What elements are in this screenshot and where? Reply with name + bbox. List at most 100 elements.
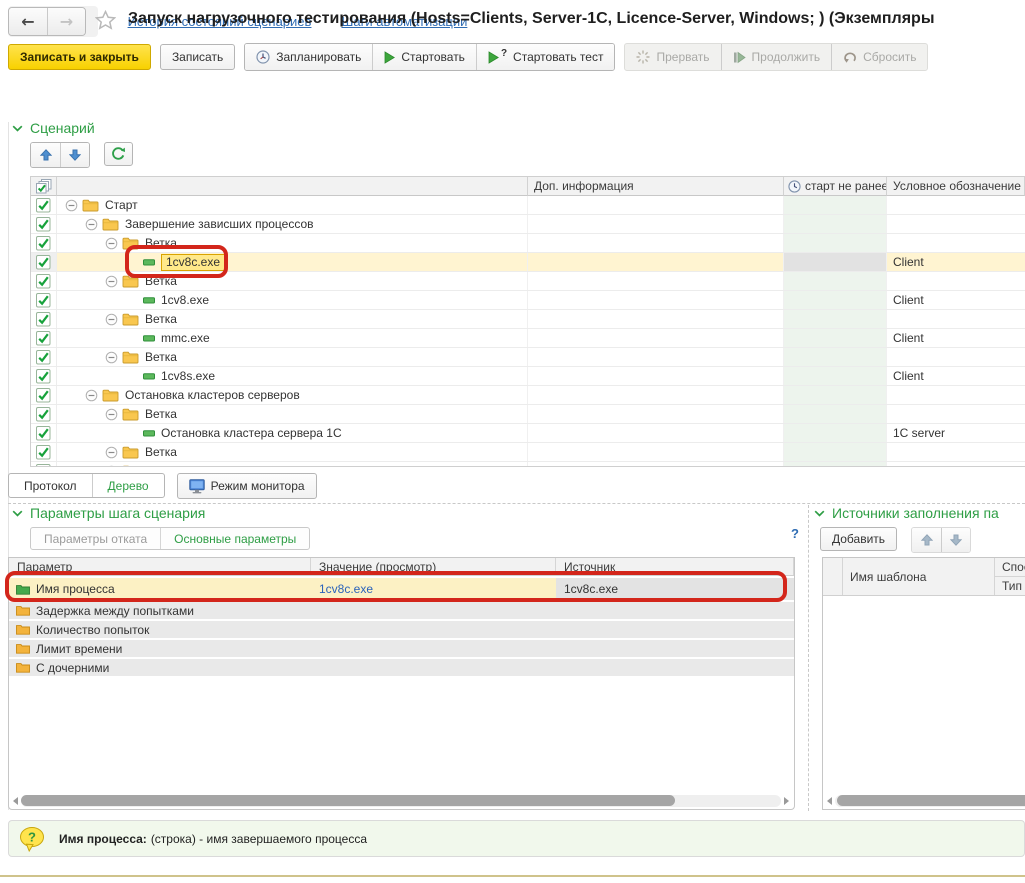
row-checkbox[interactable] [31,405,57,423]
help-link[interactable]: ? [791,526,799,541]
start-not-earlier-cell[interactable] [784,424,887,442]
tree-node-cell[interactable]: Завершение зависших процессов [57,215,528,233]
designation-cell[interactable] [887,196,1025,214]
source-column-header[interactable]: Источник [556,558,794,575]
tree-row[interactable]: Ветка [31,443,1025,462]
tree-row[interactable]: Ветка [31,234,1025,253]
tree-node-cell[interactable]: 1cv8s.exe [57,367,528,385]
view-protocol-tab[interactable]: Протокол [9,474,92,497]
main-params-tab[interactable]: Основные параметры [160,528,309,549]
param-column-header[interactable]: Параметр [9,558,311,575]
tree-row[interactable]: 1cv8s.exe Client [31,367,1025,386]
param-value-cell[interactable]: 1cv8c.exe [311,578,556,600]
favorite-star-icon[interactable] [95,10,116,30]
extra-info-column-header[interactable]: Доп. информация [528,177,784,196]
start-column-header[interactable]: старт не ранее... [784,177,887,196]
forward-button[interactable]: → [47,8,85,35]
collapse-icon[interactable] [105,237,118,250]
check-all-header[interactable] [31,177,57,196]
designation-cell[interactable]: Client [887,367,1025,385]
param-value-cell[interactable] [311,640,556,657]
designation-cell[interactable] [887,234,1025,252]
continue-button[interactable]: Продолжить [721,44,832,70]
tree-node-cell[interactable]: 1cv8c.exe [57,253,528,271]
scroll-left-arrow[interactable] [827,797,832,805]
collapse-icon[interactable] [85,218,98,231]
fill-horizontal-scrollbar[interactable] [827,794,1025,807]
scroll-left-arrow[interactable] [13,797,18,805]
designation-cell[interactable] [887,462,1025,467]
extra-info-cell[interactable] [528,234,784,252]
vertical-separator[interactable] [808,505,809,811]
checkbox-checked-icon[interactable] [36,350,51,365]
extra-info-cell[interactable] [528,291,784,309]
move-down-button[interactable] [60,143,89,167]
param-row[interactable]: С дочерними [9,659,794,676]
start-not-earlier-cell[interactable] [784,329,887,347]
tree-node-cell[interactable]: Ветка [57,272,528,290]
collapse-icon[interactable] [105,446,118,459]
start-not-earlier-cell[interactable] [784,215,887,233]
designation-cell[interactable]: 1C server [887,424,1025,442]
start-test-button[interactable]: ? Стартовать тест [476,44,615,70]
fill-sources-section-header[interactable]: Источники заполнения па [814,505,1025,521]
reset-button[interactable]: Сбросить [831,44,927,70]
row-checkbox[interactable] [31,291,57,309]
param-source-cell[interactable] [556,621,794,638]
row-checkbox[interactable] [31,348,57,366]
tree-row[interactable]: Остановка кластеров серверов [31,386,1025,405]
param-source-cell[interactable]: 1cv8c.exe [556,578,794,600]
checkbox-checked-icon[interactable] [36,198,51,213]
collapse-icon[interactable] [105,275,118,288]
designation-column-header[interactable]: Условное обозначение ед [887,177,1025,196]
start-not-earlier-cell[interactable] [784,291,887,309]
tree-row[interactable]: Ветка [31,310,1025,329]
extra-info-cell[interactable] [528,424,784,442]
designation-cell[interactable] [887,272,1025,290]
param-name-cell[interactable]: С дочерними [9,659,311,676]
extra-info-cell[interactable] [528,386,784,404]
checkbox-checked-icon[interactable] [36,445,51,460]
checkbox-checked-icon[interactable] [36,312,51,327]
params-horizontal-scrollbar[interactable] [13,794,789,807]
collapse-icon[interactable] [65,199,78,212]
fill-method-column-header[interactable]: Способ з [995,558,1025,577]
designation-cell[interactable]: Client [887,329,1025,347]
value-column-header[interactable]: Значение (просмотр) [311,558,556,575]
designation-cell[interactable] [887,405,1025,423]
save-button[interactable]: Записать [160,44,235,70]
tree-node-cell[interactable]: Ветка [57,443,528,461]
param-name-cell[interactable]: Лимит времени [9,640,311,657]
collapse-icon[interactable] [105,351,118,364]
designation-cell[interactable]: Client [887,291,1025,309]
row-checkbox[interactable] [31,424,57,442]
start-not-earlier-cell[interactable] [784,253,887,271]
tree-node-cell[interactable]: 1cv8.exe [57,291,528,309]
add-button[interactable]: Добавить [820,527,897,551]
start-button[interactable]: Стартовать [372,44,476,70]
param-source-cell[interactable] [556,640,794,657]
start-not-earlier-cell[interactable] [784,386,887,404]
extra-info-cell[interactable] [528,196,784,214]
param-row[interactable]: Имя процесса1cv8c.exe1cv8c.exe [9,578,794,600]
extra-info-cell[interactable] [528,310,784,328]
start-not-earlier-cell[interactable] [784,310,887,328]
param-name-cell[interactable]: Количество попыток [9,621,311,638]
tree-row[interactable]: Старт [31,196,1025,215]
start-not-earlier-cell[interactable] [784,348,887,366]
tree-row[interactable]: 1cv8c.exe Client [31,253,1025,272]
param-value-cell[interactable] [311,659,556,676]
fill-move-up-button[interactable] [912,528,941,552]
designation-cell[interactable]: Client [887,253,1025,271]
extra-info-cell[interactable] [528,253,784,271]
tree-node-cell[interactable]: Ветка [57,348,528,366]
checkbox-checked-icon[interactable] [36,293,51,308]
collapse-icon[interactable] [85,389,98,402]
tree-row[interactable]: Ветка [31,405,1025,424]
refresh-button[interactable] [104,142,133,166]
tree-row[interactable]: Остановка кластера сервера 1С1C server [31,424,1025,443]
name-column-header[interactable] [57,177,528,196]
tree-node-cell[interactable]: Ветка [57,405,528,423]
row-checkbox[interactable] [31,272,57,290]
tree-node-cell[interactable]: mmc.exe [57,329,528,347]
